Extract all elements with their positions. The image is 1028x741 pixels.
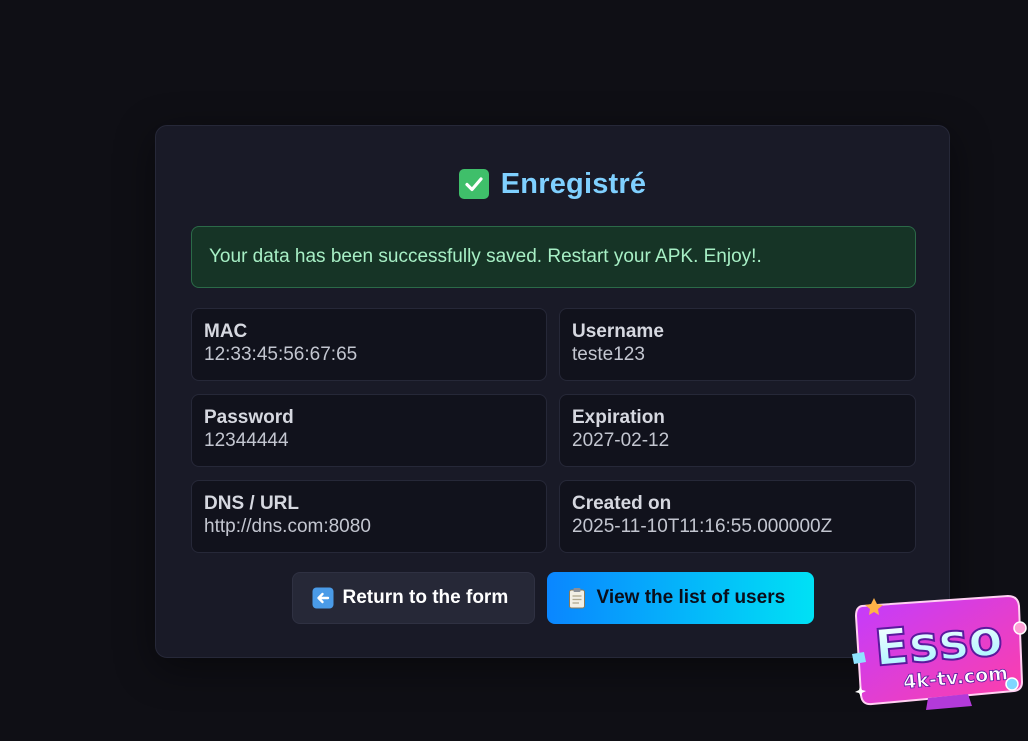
title-text: Enregistré xyxy=(500,167,647,200)
field-created-on: Created on 2025-11-10T11:16:55.000000Z xyxy=(559,480,916,553)
return-to-form-button[interactable]: Return to the form xyxy=(291,572,535,624)
left-arrow-icon xyxy=(312,587,334,609)
field-expiration: Expiration 2027-02-12 xyxy=(559,394,916,467)
field-value: http://dns.com:8080 xyxy=(204,516,371,537)
esso-4k-tv-logo: Esso 4k-tv.com xyxy=(848,594,1028,716)
field-value: 12344444 xyxy=(204,430,289,451)
field-value: 12:33:45:56:67:65 xyxy=(204,344,358,365)
field-value: 2027-02-12 xyxy=(572,430,670,451)
details-grid: MAC 12:33:45:56:67:65 Username teste123 … xyxy=(191,308,916,553)
action-buttons: Return to the form View the list of user… xyxy=(156,572,949,624)
view-users-button[interactable]: View the list of users xyxy=(546,572,814,624)
return-button-label: Return to the form xyxy=(342,587,509,608)
result-card: Enregistré Your data has been successful… xyxy=(155,125,950,658)
success-alert: Your data has been successfully saved. R… xyxy=(191,226,916,288)
field-label: Expiration xyxy=(572,407,665,428)
field-label: Username xyxy=(572,321,664,342)
check-mark-button-icon xyxy=(458,169,489,199)
field-label: MAC xyxy=(204,321,248,342)
view-users-button-label: View the list of users xyxy=(596,587,786,608)
page-title: Enregistré xyxy=(156,166,949,202)
field-value: 2025-11-10T11:16:55.000000Z xyxy=(572,516,833,537)
field-password: Password 12344444 xyxy=(191,394,547,467)
field-label: Created on xyxy=(572,493,672,514)
field-label: DNS / URL xyxy=(204,493,299,514)
field-dns-url: DNS / URL http://dns.com:8080 xyxy=(191,480,547,553)
field-value: teste123 xyxy=(572,344,645,365)
field-mac: MAC 12:33:45:56:67:65 xyxy=(191,308,547,381)
field-username: Username teste123 xyxy=(559,308,916,381)
clipboard-icon xyxy=(566,587,588,609)
field-label: Password xyxy=(204,407,294,428)
